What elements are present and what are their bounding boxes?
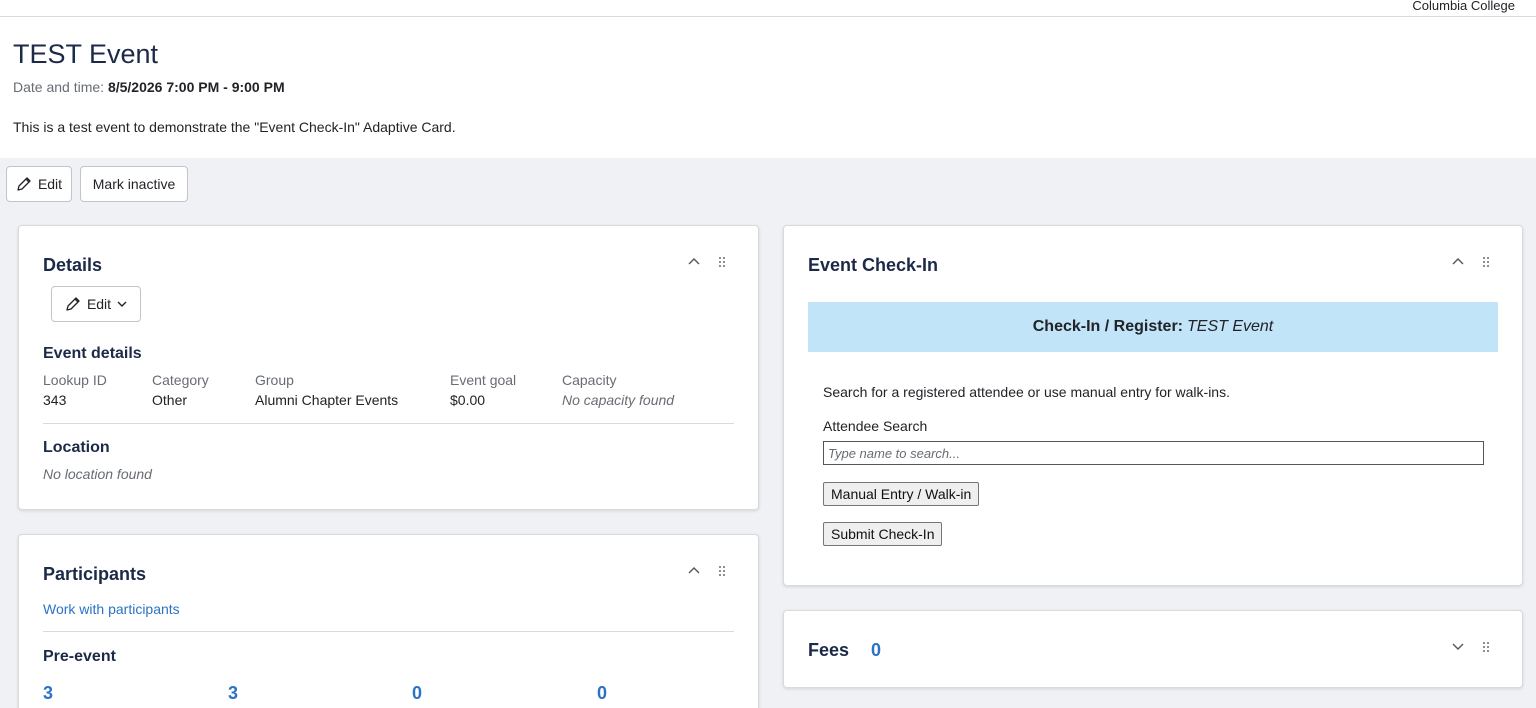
lookup-id-value: 343 <box>43 392 67 408</box>
fees-title: Fees <box>808 640 850 660</box>
chevron-up-icon[interactable] <box>688 566 700 574</box>
pre-event-count[interactable]: 3 <box>228 683 238 704</box>
drag-handle-icon[interactable] <box>1483 257 1489 267</box>
checkin-instructions: Search for a registered attendee or use … <box>823 384 1230 400</box>
datetime-label: Date and time: <box>13 79 105 95</box>
details-edit-label: Edit <box>86 296 112 312</box>
details-tile: Details Edit Event details Lookup ID 343… <box>18 225 759 510</box>
pencil-icon <box>66 297 80 311</box>
group-value: Alumni Chapter Events <box>255 392 399 408</box>
checkin-title: Event Check-In <box>808 255 939 275</box>
event-datetime: Date and time: 8/5/2026 7:00 PM - 9:00 P… <box>13 79 285 95</box>
banner-label: Check-In / Register: <box>1032 318 1183 335</box>
datetime-value: 8/5/2026 7:00 PM - 9:00 PM <box>107 79 285 95</box>
page-header: TEST Event Date and time: 8/5/2026 7:00 … <box>0 17 1536 158</box>
event-details-heading: Event details <box>43 345 142 362</box>
capacity-label: Capacity <box>562 372 617 388</box>
event-checkin-tile: Event Check-In Check-In / Register: TEST… <box>783 225 1523 586</box>
location-heading: Location <box>43 439 110 456</box>
drag-handle-icon[interactable] <box>719 566 725 576</box>
manual-entry-button[interactable]: Manual Entry / Walk-in <box>823 482 980 506</box>
event-goal-value: $0.00 <box>450 392 486 408</box>
chevron-down-icon[interactable] <box>1452 643 1464 651</box>
category-label: Category <box>152 372 209 388</box>
edit-event-button[interactable]: Edit <box>6 166 72 202</box>
event-description: This is a test event to demonstrate the … <box>13 119 456 135</box>
work-with-participants-link[interactable]: Work with participants <box>43 601 180 617</box>
capacity-value: No capacity found <box>562 392 675 408</box>
chevron-up-icon[interactable] <box>1452 257 1464 265</box>
mark-inactive-label: Mark inactive <box>92 176 176 192</box>
checkin-banner: Check-In / Register: TEST Event <box>808 302 1498 352</box>
details-title: Details <box>43 255 103 275</box>
divider <box>43 423 734 424</box>
event-goal-label: Event goal <box>450 372 517 388</box>
chevron-up-icon[interactable] <box>688 257 700 265</box>
submit-checkin-button[interactable]: Submit Check-In <box>823 522 943 546</box>
divider <box>43 631 734 632</box>
mark-inactive-button[interactable]: Mark inactive <box>80 166 188 202</box>
lookup-id-label: Lookup ID <box>43 372 107 388</box>
fees-tile: Fees 0 <box>783 610 1523 688</box>
drag-handle-icon[interactable] <box>719 257 725 267</box>
edit-event-label: Edit <box>37 176 63 192</box>
participants-title: Participants <box>43 564 147 584</box>
organization-name: Columbia College <box>1412 0 1515 13</box>
banner-event-name: TEST Event <box>1187 318 1274 335</box>
pre-event-count[interactable]: 0 <box>412 683 422 704</box>
pre-event-heading: Pre-event <box>43 648 116 665</box>
group-label: Group <box>255 372 294 388</box>
details-edit-dropdown[interactable]: Edit <box>51 286 141 322</box>
location-value: No location found <box>43 466 152 482</box>
pre-event-count[interactable]: 3 <box>43 683 53 704</box>
page-title: TEST Event <box>13 39 159 69</box>
pencil-icon <box>17 177 31 191</box>
category-value: Other <box>152 392 188 408</box>
chevron-down-icon <box>117 301 127 307</box>
pre-event-count[interactable]: 0 <box>597 683 607 704</box>
fees-count[interactable]: 0 <box>871 640 881 661</box>
top-bar: Columbia College <box>0 0 1536 17</box>
attendee-search-input[interactable]: Type name to search... <box>823 441 1484 465</box>
participants-tile: Participants Work with participants Pre-… <box>18 534 759 708</box>
drag-handle-icon[interactable] <box>1483 642 1489 652</box>
attendee-search-label: Attendee Search <box>823 418 928 434</box>
